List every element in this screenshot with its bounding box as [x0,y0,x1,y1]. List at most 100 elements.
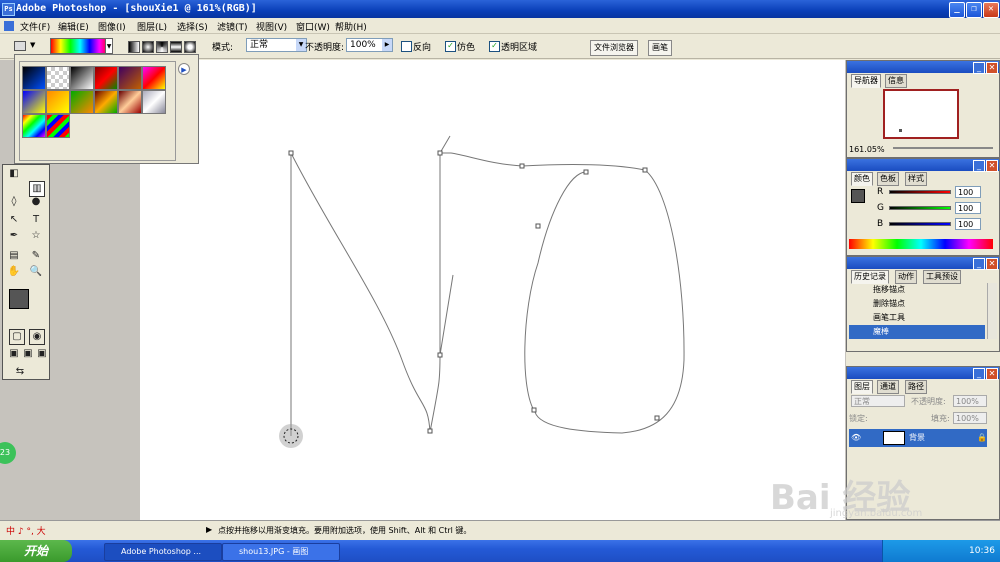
task-photoshop[interactable]: Adobe Photoshop ... [104,543,222,561]
gradient-dropdown-arrow[interactable]: ▼ [105,38,113,54]
history-item[interactable]: 删除锚点 [849,297,985,311]
gradient-swatch[interactable] [50,38,110,54]
tab-info[interactable]: 信息 [885,74,907,88]
menu-view[interactable]: 视图(V) [256,20,287,33]
linear-gradient-button[interactable] [128,41,140,53]
menu-image[interactable]: 图像(I) [98,20,126,33]
history-item[interactable]: 拖移锚点 [849,283,985,297]
gradient-preset[interactable] [94,66,118,90]
minimize-icon[interactable]: _ [973,258,985,270]
task-paint[interactable]: shou13.JPG - 画图 [222,543,340,561]
g-input[interactable]: 100 [955,202,981,214]
menu-filter[interactable]: 滤镜(T) [217,20,248,33]
reverse-checkbox[interactable] [401,41,412,52]
tab-swatches[interactable]: 色板 [877,172,899,186]
menu-help[interactable]: 帮助(H) [335,20,367,33]
chevron-down-icon[interactable]: ▼ [30,41,35,49]
close-icon[interactable]: ✕ [986,62,998,74]
b-input[interactable]: 100 [955,218,981,230]
history-item[interactable]: 画笔工具 [849,311,985,325]
eye-icon[interactable]: 👁 [851,429,861,447]
b-slider[interactable] [889,222,951,226]
gradient-preset-selected[interactable] [46,114,70,138]
quick-mask-icon[interactable]: ◉ [29,329,45,345]
menu-window[interactable]: 窗口(W) [296,20,330,33]
tab-color[interactable]: 颜色 [851,172,873,186]
gradient-preset[interactable] [70,66,94,90]
start-button[interactable]: 开始 [0,540,72,562]
gradient-preset[interactable] [46,90,70,114]
blur-tool-icon[interactable]: ◊ [7,195,21,209]
angle-gradient-button[interactable] [156,41,168,53]
tab-layers[interactable]: 图层 [851,380,873,394]
jump-to-imageready-icon[interactable]: ⇆ [13,365,27,379]
tab-paths[interactable]: 路径 [905,380,927,394]
hand-tool-icon[interactable]: ✋ [7,265,21,279]
g-slider[interactable] [889,206,951,210]
menu-select[interactable]: 选择(S) [177,20,208,33]
screen-mode-black-icon[interactable]: ▣ [35,347,49,361]
blend-mode-select[interactable]: 正常 [851,395,905,407]
gradient-preset[interactable] [22,66,46,90]
close-button[interactable]: ✕ [983,2,999,18]
gradient-preset[interactable] [142,66,166,90]
tab-channels[interactable]: 通道 [877,380,899,394]
fill-input[interactable]: 100% [953,412,987,424]
shape-tool-icon[interactable]: ☆ [29,229,43,243]
menu-layer[interactable]: 图层(L) [137,20,167,33]
screen-mode-icon[interactable]: ▣ [7,347,21,361]
burn-tool-icon[interactable]: ● [29,195,43,209]
eyedropper-icon[interactable]: ✎ [29,249,43,263]
r-slider[interactable] [889,190,951,194]
tab-actions[interactable]: 动作 [895,270,917,284]
tab-history[interactable]: 历史记录 [851,270,889,284]
gradient-preset[interactable] [70,90,94,114]
zoom-slider[interactable] [893,147,993,149]
eraser-icon[interactable]: ◧ [7,167,21,181]
screen-mode-full-icon[interactable]: ▣ [21,347,35,361]
gradient-preset[interactable] [118,66,142,90]
tab-tool-presets[interactable]: 工具预设 [923,270,961,284]
fg-color-chip[interactable] [851,189,865,203]
transparency-checkbox[interactable]: ✓ [489,41,500,52]
clock[interactable]: 10:36 [969,540,995,562]
pen-tool-icon[interactable]: ✒ [7,229,21,243]
diamond-gradient-button[interactable] [184,41,196,53]
layer-row[interactable]: 👁 背景 🔒 [849,429,987,447]
tab-navigator[interactable]: 导航器 [851,74,881,88]
menu-file[interactable]: 文件(F) [20,20,50,33]
radial-gradient-button[interactable] [142,41,154,53]
color-ramp[interactable] [849,239,993,249]
gradient-preset[interactable] [142,90,166,114]
menu-edit[interactable]: 编辑(E) [58,20,89,33]
tool-preset-picker[interactable] [14,41,26,51]
minimize-icon[interactable]: _ [973,62,985,74]
document-canvas[interactable] [140,60,845,522]
mode-select[interactable]: 正常 ▼ [246,38,307,52]
notes-tool-icon[interactable]: ▤ [7,249,21,263]
opacity-input[interactable]: 100% ▶ [346,38,393,52]
tab-file-browser[interactable]: 文件浏览器 [590,40,638,56]
dither-checkbox[interactable]: ✓ [445,41,456,52]
close-icon[interactable]: ✕ [986,160,998,172]
tab-brushes[interactable]: 画笔 [648,40,672,56]
close-icon[interactable]: ✕ [986,368,998,380]
zoom-value[interactable]: 161.05% [849,145,885,154]
r-input[interactable]: 100 [955,186,981,198]
tab-styles[interactable]: 样式 [905,172,927,186]
gradient-preset[interactable] [118,90,142,114]
gradient-preset[interactable] [22,114,46,138]
maximize-button[interactable]: ❐ [966,2,982,18]
history-item-selected[interactable]: 魔棒 [849,325,985,339]
minimize-icon[interactable]: _ [973,368,985,380]
foreground-color-swatch[interactable] [9,289,29,309]
standard-mode-icon[interactable]: ▢ [9,329,25,345]
gradient-preset[interactable] [94,90,118,114]
app-menu-icon[interactable] [4,21,14,31]
path-select-icon[interactable]: ↖ [7,213,21,227]
scrollbar[interactable] [987,283,997,339]
ime-indicator[interactable]: 中 ♪ °, 大 [6,524,46,537]
type-tool-icon[interactable]: T [29,213,43,227]
picker-menu-button[interactable]: ▶ [178,63,190,75]
navigator-preview[interactable] [883,89,959,139]
